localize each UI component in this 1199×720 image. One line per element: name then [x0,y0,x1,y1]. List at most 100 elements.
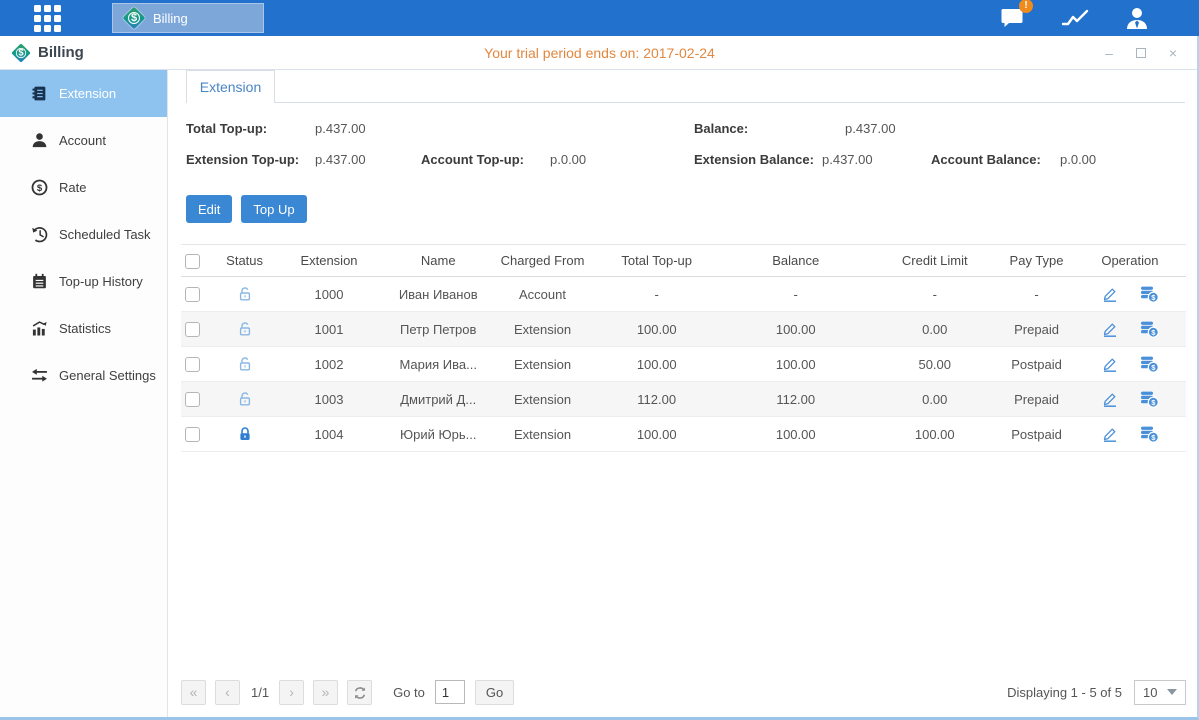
reports-chart-icon[interactable] [1059,5,1091,31]
top-up-row-icon[interactable]: $ [1139,320,1159,338]
first-page-button[interactable]: « [181,680,206,705]
goto-label: Go to [393,685,425,700]
account-topup-value: p.0.00 [550,152,586,167]
cell-credit-limit: - [870,287,999,302]
col-pay-type: Pay Type [999,253,1073,268]
top-up-row-icon[interactable]: $ [1139,355,1159,373]
cell-name: Дмитрий Д... [384,392,493,407]
edit-row-icon[interactable] [1101,390,1119,408]
sidebar-item-label: Scheduled Task [59,227,151,242]
extension-book-icon [31,85,48,102]
taskbar-tab-billing[interactable]: $ Billing [112,3,264,33]
extension-topup-label: Extension Top-up: [186,152,299,167]
cell-extension: 1002 [274,357,383,372]
top-up-row-icon[interactable]: $ [1139,390,1159,408]
col-name: Name [384,253,493,268]
total-topup-label: Total Top-up: [186,121,267,136]
sidebar-item-account[interactable]: Account [0,117,167,164]
cell-pay-type: - [999,287,1073,302]
cell-name: Петр Петров [384,322,493,337]
app-grid-icon[interactable] [34,5,68,31]
taskbar-tab-label: Billing [153,11,188,26]
top-up-row-icon[interactable]: $ [1139,425,1159,443]
sidebar-item-label: Extension [59,86,116,101]
cell-charged-from: Extension [493,357,592,372]
cell-charged-from: Extension [493,427,592,442]
edit-button[interactable]: Edit [186,195,232,223]
table-header: Status Extension Name Charged From Total… [181,244,1186,277]
cell-extension: 1004 [274,427,383,442]
sidebar-item-label: Statistics [59,321,111,336]
col-balance: Balance [721,253,870,268]
cell-balance: 100.00 [721,427,870,442]
sidebar-item-label: General Settings [59,368,156,383]
window-title-group: $ Billing [10,42,84,64]
last-page-button[interactable]: » [313,680,338,705]
status-lock-icon[interactable] [237,286,253,301]
page-size-select[interactable]: 10 [1134,680,1186,705]
top-up-row-icon[interactable]: $ [1139,285,1159,303]
displaying-text: Displaying 1 - 5 of 5 [1007,685,1122,700]
row-checkbox[interactable] [185,357,200,372]
cell-name: Иван Иванов [384,287,493,302]
status-lock-icon[interactable] [237,391,253,406]
table-row: 1002 Мария Ива... Extension 100.00 100.0… [181,347,1186,382]
col-credit-limit: Credit Limit [870,253,999,268]
sidebar-item-extension[interactable]: Extension [0,70,167,117]
status-lock-icon[interactable] [237,426,253,441]
cell-name: Мария Ива... [384,357,493,372]
messages-icon[interactable]: ! [997,5,1029,31]
extension-balance-label: Extension Balance: [694,152,814,167]
trial-notice: Your trial period ends on: 2017-02-24 [0,45,1199,61]
goto-page-input[interactable] [435,680,465,704]
billing-title-icon: $ [12,43,31,62]
edit-row-icon[interactable] [1101,355,1119,373]
sidebar-item-topup-history[interactable]: Top-up History [0,258,167,305]
account-person-icon [31,132,48,149]
col-total-topup: Total Top-up [592,253,721,268]
refresh-button[interactable] [347,680,372,705]
tab-bar: Extension [169,70,1197,103]
row-checkbox[interactable] [185,322,200,337]
cell-pay-type: Prepaid [999,322,1073,337]
top-up-button[interactable]: Top Up [241,195,306,223]
locked-icon [237,426,253,442]
edit-row-icon[interactable] [1101,285,1119,303]
cell-total-topup: 100.00 [592,427,721,442]
cell-balance: 112.00 [721,392,870,407]
edit-row-icon[interactable] [1101,320,1119,338]
row-checkbox[interactable] [185,392,200,407]
select-all-checkbox[interactable] [185,254,200,269]
cell-charged-from: Extension [493,392,592,407]
minimize-icon[interactable]: – [1101,45,1117,61]
sidebar-item-general-settings[interactable]: General Settings [0,352,167,399]
sidebar-item-statistics[interactable]: Statistics [0,305,167,352]
tab-extension[interactable]: Extension [186,70,275,103]
row-checkbox[interactable] [185,427,200,442]
page-size-value: 10 [1143,685,1157,700]
edit-row-icon[interactable] [1101,425,1119,443]
go-button[interactable]: Go [475,680,514,705]
user-account-icon[interactable] [1121,5,1153,31]
cell-credit-limit: 50.00 [870,357,999,372]
sidebar-item-rate[interactable]: $ Rate [0,164,167,211]
prev-page-button[interactable]: ‹ [215,680,240,705]
cell-balance: - [721,287,870,302]
cell-credit-limit: 0.00 [870,322,999,337]
cell-total-topup: 100.00 [592,322,721,337]
next-page-button[interactable]: › [279,680,304,705]
sidebar: Extension Account $ Rate Scheduled Task [0,70,168,717]
cell-balance: 100.00 [721,357,870,372]
row-checkbox[interactable] [185,287,200,302]
close-icon[interactable]: × [1165,45,1181,61]
account-topup-label: Account Top-up: [421,152,524,167]
cell-extension: 1000 [274,287,383,302]
cell-credit-limit: 100.00 [870,427,999,442]
status-lock-icon[interactable] [237,321,253,336]
maximize-icon[interactable] [1133,45,1149,61]
balance-value: p.437.00 [845,121,896,136]
status-lock-icon[interactable] [237,356,253,371]
col-status: Status [215,253,275,268]
sidebar-item-scheduled-task[interactable]: Scheduled Task [0,211,167,258]
table-row: 1000 Иван Иванов Account - - - - [181,277,1186,312]
